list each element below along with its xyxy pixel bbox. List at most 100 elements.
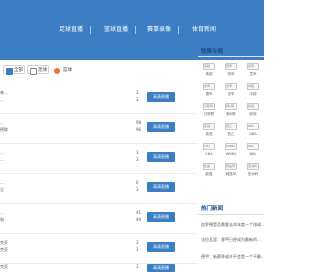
hd-live-button[interactable]: 高清直播 bbox=[147, 182, 175, 192]
hd-live-button[interactable]: 高清直播 bbox=[147, 92, 175, 102]
league-logo-alt: 日职联 bbox=[204, 104, 214, 108]
news-title: 热门新闻 bbox=[201, 206, 224, 212]
main-nav: 足球直播 篮球直播 赛事录像 体育新闻 bbox=[0, 24, 264, 35]
team-a: 克亚 bbox=[0, 264, 8, 269]
league-label: 西甲 bbox=[227, 72, 235, 76]
score-a: 3 bbox=[136, 264, 139, 269]
league-tile[interactable]: NBL NBL bbox=[242, 143, 264, 161]
score-a: 3 bbox=[136, 240, 139, 245]
league-tile[interactable]: 中超 中超 bbox=[242, 83, 264, 101]
league-tile[interactable]: 日职联 日职联 bbox=[198, 103, 220, 121]
filter-basketball-label: 篮球 bbox=[63, 68, 72, 73]
nav-match-replays[interactable]: 赛事录像 bbox=[147, 24, 171, 35]
league-label: WNBA bbox=[225, 152, 237, 156]
league-tile[interactable]: 意甲 意甲 bbox=[242, 63, 264, 81]
team-a: ... bbox=[0, 150, 4, 155]
team-b: 德联 bbox=[0, 127, 8, 132]
league-label: 西乙 bbox=[227, 132, 235, 136]
hd-live-button[interactable]: 高清直播 bbox=[147, 242, 175, 252]
league-tile[interactable]: 西乙 西乙 bbox=[220, 123, 242, 141]
league-logo-alt: CBA bbox=[204, 144, 211, 148]
team-a: ... bbox=[0, 180, 4, 185]
section-divider bbox=[198, 214, 264, 215]
league-logo-alt: 韩篮甲 bbox=[226, 164, 236, 168]
league-tile[interactable]: NBA NBA bbox=[242, 123, 264, 141]
league-logo-alt: 韩K联 bbox=[226, 104, 234, 108]
league-tile[interactable]: 韩篮甲 韩篮甲 bbox=[220, 163, 242, 181]
team-b: 和 bbox=[0, 217, 4, 222]
hd-live-button[interactable]: 高清直播 bbox=[147, 122, 175, 132]
league-logo-alt: 欧冠 bbox=[248, 104, 255, 108]
score-b: 3 bbox=[136, 97, 139, 102]
score-b: 3 bbox=[136, 157, 139, 162]
score-b: 96 bbox=[136, 127, 142, 132]
league-label: 韩篮甲 bbox=[225, 172, 237, 176]
league-logo-alt: 意甲 bbox=[248, 64, 255, 68]
league-tile[interactable]: 德甲 德甲 bbox=[198, 83, 220, 101]
match-row: 克亚 3 高清直播 bbox=[0, 263, 198, 272]
league-tile[interactable]: 英超 英超 bbox=[198, 63, 220, 81]
filter-basketball[interactable]: 篮球 bbox=[51, 65, 75, 74]
filter-all[interactable]: 全部 bbox=[3, 65, 25, 75]
team-a: ... bbox=[0, 210, 4, 215]
team-a: 克亚 bbox=[0, 240, 8, 245]
league-tile[interactable]: WNBA WNBA bbox=[220, 143, 242, 161]
league-label: 中超 bbox=[249, 92, 257, 96]
league-tile[interactable]: 韩K联 韩K联 bbox=[220, 103, 242, 121]
league-logo-alt: 法甲 bbox=[226, 84, 233, 88]
match-row: 林... ... 3 3 高清直播 bbox=[0, 83, 198, 114]
score-a: 41 bbox=[136, 210, 142, 215]
hd-live-button[interactable]: 高清直播 bbox=[147, 212, 175, 222]
filter-football-label: 足球 bbox=[38, 68, 47, 73]
leagues-title: 联赛专题 bbox=[201, 49, 224, 55]
filter-football[interactable]: 足球 bbox=[27, 65, 49, 75]
news-link[interactable]: 加罗德是否需要去本年度一个排球... bbox=[201, 222, 264, 228]
checkbox-icon bbox=[30, 68, 37, 75]
league-tile[interactable]: 法甲 法甲 bbox=[220, 83, 242, 101]
match-row: ... ... 3 3 高清直播 bbox=[0, 143, 198, 174]
league-label: NBL bbox=[249, 152, 257, 156]
sidebar: 联赛专题 英超 英超 西甲 西甲 意甲 意甲 德甲 德甲 法甲 法甲 中超 中超 日职联 日职联 韩K联 韩K… bbox=[198, 49, 264, 272]
hd-live-button[interactable]: 高清直播 bbox=[147, 152, 175, 162]
match-row: ... 德联 98 96 高清直播 bbox=[0, 113, 198, 144]
nav-divider bbox=[135, 26, 136, 34]
score-a: 3 bbox=[136, 90, 139, 95]
league-tile[interactable]: 欧冠 欧冠 bbox=[242, 103, 264, 121]
score-a: 3 bbox=[136, 150, 139, 155]
league-tile[interactable]: 西甲 西甲 bbox=[220, 63, 242, 81]
score-a: 98 bbox=[136, 120, 142, 125]
nav-divider bbox=[178, 26, 179, 34]
nav-basketball-live[interactable]: 篮球直播 bbox=[104, 24, 128, 35]
league-tile[interactable]: CBA CBA bbox=[198, 143, 220, 161]
score-b: 49 bbox=[136, 217, 142, 222]
league-label: 英超 bbox=[205, 72, 213, 76]
score-b: 3 bbox=[136, 187, 139, 192]
league-logo-alt: 英冠 bbox=[204, 124, 211, 128]
league-logo-alt: 西甲 bbox=[226, 64, 233, 68]
section-divider bbox=[198, 56, 264, 57]
nav-sports-news[interactable]: 体育新闻 bbox=[192, 24, 216, 35]
league-label: 意甲 bbox=[249, 72, 257, 76]
league-logo-alt: WNBA bbox=[226, 144, 236, 148]
league-tile[interactable]: 英冠 英冠 bbox=[198, 123, 220, 141]
team-b: ... bbox=[0, 97, 4, 102]
league-tile[interactable]: 欧篮 欧篮 bbox=[198, 163, 220, 181]
league-label: 德甲 bbox=[205, 92, 213, 96]
hd-live-button[interactable]: 高清直播 bbox=[147, 264, 175, 272]
nav-football-live[interactable]: 足球直播 bbox=[59, 24, 83, 35]
league-logo-alt: 英超 bbox=[204, 64, 211, 68]
league-logo-alt: 欧篮 bbox=[204, 164, 211, 168]
news-link[interactable]: 法拉瓦里：意甲已经成为最新的... bbox=[201, 237, 264, 243]
league-label: 英冠 bbox=[205, 132, 213, 136]
league-label: CBA bbox=[205, 152, 213, 156]
league-label: 法甲 bbox=[227, 92, 235, 96]
score-a: 0 bbox=[136, 180, 139, 185]
team-a: 林... bbox=[0, 90, 8, 95]
score-b: 3 bbox=[136, 247, 139, 252]
league-tile[interactable]: 亚洲杯 亚洲杯 bbox=[242, 163, 264, 181]
news-link[interactable]: 德甲：新赛季或许不会是一个平静... bbox=[201, 254, 264, 260]
league-label: 欧冠 bbox=[249, 112, 257, 116]
match-row: 克亚 克亚 3 3 高清直播 bbox=[0, 233, 198, 264]
top-header: 足球直播 篮球直播 赛事录像 体育新闻 bbox=[0, 0, 264, 60]
league-logo-alt: 中超 bbox=[248, 84, 255, 88]
